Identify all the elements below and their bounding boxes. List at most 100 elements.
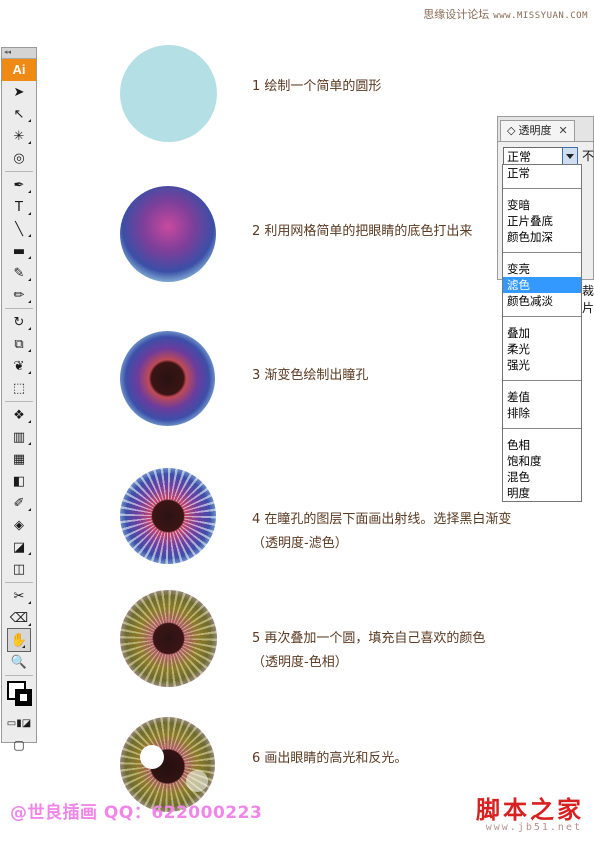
tab-label: 透明度 bbox=[518, 124, 552, 137]
direct-selection-tool[interactable]: ↖ bbox=[2, 103, 36, 125]
lasso-icon: ◎ bbox=[13, 150, 25, 166]
slice-tool[interactable]: ✂ bbox=[2, 585, 36, 607]
scale-icon: ⧉ bbox=[14, 336, 24, 352]
step2-eye-base bbox=[120, 186, 216, 282]
blend-mode-option[interactable]: 强光 bbox=[503, 357, 581, 373]
step1-circle bbox=[120, 45, 217, 142]
blend-mode-option[interactable]: 排除 bbox=[503, 405, 581, 421]
blend-mode-option[interactable]: 色相 bbox=[503, 437, 581, 453]
blend-mode-option[interactable]: 正常 bbox=[503, 165, 581, 181]
flyout-indicator bbox=[28, 601, 31, 604]
blend-mode-option[interactable]: 混色 bbox=[503, 469, 581, 485]
blend-icon: ◈ bbox=[14, 517, 24, 533]
scale-tool[interactable]: ⧉ bbox=[2, 333, 36, 355]
flyout-indicator bbox=[28, 508, 31, 511]
blend-mode-option[interactable]: 变亮 bbox=[503, 261, 581, 277]
panel-menu-icon[interactable]: ◇ bbox=[507, 121, 515, 141]
blend-mode-option[interactable]: 明度 bbox=[503, 485, 581, 501]
color-mode-buttons[interactable]: ▭▮◪ bbox=[2, 712, 36, 734]
live-paint-bucket-tool[interactable]: ◪ bbox=[2, 536, 36, 558]
blend-mode-option[interactable]: 正片叠底 bbox=[503, 213, 581, 229]
step6-text: 6 画出眼睛的高光和反光。 bbox=[252, 751, 408, 766]
blend-mode-option[interactable]: 滤色 bbox=[503, 277, 581, 293]
free-transform-tool[interactable]: ⬚ bbox=[2, 377, 36, 399]
lasso-tool[interactable]: ◎ bbox=[2, 147, 36, 169]
eraser-icon: ⌫ bbox=[9, 610, 29, 626]
warp-tool[interactable]: ❦ bbox=[2, 355, 36, 377]
blend-mode-option[interactable]: 柔光 bbox=[503, 341, 581, 357]
flyout-indicator bbox=[28, 327, 31, 330]
gradient-icon: ◧ bbox=[12, 473, 26, 489]
free-transform-icon: ⬚ bbox=[12, 380, 26, 396]
blend-mode-option[interactable]: 变暗 bbox=[503, 197, 581, 213]
flyout-indicator bbox=[28, 234, 31, 237]
step5-subtext: （透明度-色相） bbox=[252, 655, 348, 670]
symbol-sprayer-tool[interactable]: ❖ bbox=[2, 404, 36, 426]
pen-tool[interactable]: ✒ bbox=[2, 174, 36, 196]
blend-mode-option[interactable]: 差值 bbox=[503, 389, 581, 405]
paintbrush-tool[interactable]: ✎ bbox=[2, 262, 36, 284]
live-paint-selection-icon: ◫ bbox=[12, 561, 26, 577]
line-tool[interactable]: ╲ bbox=[2, 218, 36, 240]
step4-rays bbox=[120, 468, 216, 564]
blend-mode-option[interactable]: 颜色加深 bbox=[503, 229, 581, 245]
menu-separator bbox=[503, 316, 581, 317]
blend-mode-option[interactable]: 叠加 bbox=[503, 325, 581, 341]
site-url: www.MISSYUAN.COM bbox=[493, 11, 588, 21]
mesh-tool[interactable]: ▦ bbox=[2, 448, 36, 470]
step4-subtext: （透明度-滤色） bbox=[252, 536, 348, 551]
gradient-tool[interactable]: ◧ bbox=[2, 470, 36, 492]
site-url-bottom: www.jb51.net bbox=[485, 822, 582, 833]
blend-mode-option[interactable]: 颜色减淡 bbox=[503, 293, 581, 309]
eyedropper-tool[interactable]: ✐ bbox=[2, 492, 36, 514]
magic-wand-icon: ✳ bbox=[13, 128, 25, 144]
pencil-tool[interactable]: ✏ bbox=[2, 284, 36, 306]
flyout-indicator bbox=[28, 141, 31, 144]
clip-label: 裁片 bbox=[582, 284, 594, 315]
author-watermark: @世良插画 QQ：622000223 bbox=[10, 803, 263, 823]
mesh-icon: ▦ bbox=[12, 451, 26, 467]
direct-selection-icon: ↖ bbox=[13, 106, 25, 122]
flyout-indicator bbox=[28, 623, 31, 626]
zoom-icon: 🔍 bbox=[10, 654, 28, 670]
symbol-sprayer-icon: ❖ bbox=[13, 407, 25, 423]
step5-text: 5 再次叠加一个圆，填充自己喜欢的颜色 bbox=[252, 631, 486, 646]
stroke-swatch[interactable] bbox=[15, 689, 32, 706]
close-icon[interactable]: ✕ bbox=[558, 121, 567, 141]
selection-tool[interactable]: ➤ bbox=[2, 81, 36, 103]
magic-wand-tool[interactable]: ✳ bbox=[2, 125, 36, 147]
fill-stroke-swatches[interactable] bbox=[2, 678, 36, 712]
column-graph-tool[interactable]: ▥ bbox=[2, 426, 36, 448]
zoom-tool[interactable]: 🔍 bbox=[2, 651, 36, 673]
flyout-indicator bbox=[28, 278, 31, 281]
step3-pupil bbox=[120, 331, 215, 426]
flyout-indicator bbox=[22, 645, 25, 648]
flyout-indicator bbox=[28, 212, 31, 215]
highlight-spot bbox=[140, 745, 164, 769]
flyout-indicator bbox=[28, 442, 31, 445]
opacity-label: 不 bbox=[582, 149, 594, 163]
toolbar-grip[interactable]: ◂◂ bbox=[2, 48, 36, 59]
flyout-indicator bbox=[28, 552, 31, 555]
type-icon: T bbox=[15, 199, 23, 215]
toolbar-divider bbox=[5, 582, 33, 583]
hand-tool[interactable]: ✋ bbox=[7, 628, 31, 652]
eraser-tool[interactable]: ⌫ bbox=[2, 607, 36, 629]
flyout-indicator bbox=[28, 300, 31, 303]
type-tool[interactable]: T bbox=[2, 196, 36, 218]
site-name: 思缘设计论坛 bbox=[423, 8, 490, 21]
flyout-indicator bbox=[28, 371, 31, 374]
tab-transparency[interactable]: ◇ 透明度 ✕ bbox=[500, 120, 575, 141]
pencil-icon: ✏ bbox=[13, 287, 25, 303]
flyout-indicator bbox=[28, 420, 31, 423]
blend-mode-option[interactable]: 饱和度 bbox=[503, 453, 581, 469]
rotate-tool[interactable]: ↻ bbox=[2, 311, 36, 333]
step2-text: 2 利用网格简单的把眼睛的底色打出来 bbox=[252, 224, 473, 239]
live-paint-selection-tool[interactable]: ◫ bbox=[2, 558, 36, 580]
screen-mode-button[interactable]: ▢ bbox=[2, 734, 36, 756]
rectangle-icon: ▬ bbox=[12, 243, 26, 259]
rectangle-tool[interactable]: ▬ bbox=[2, 240, 36, 262]
site-watermark-bottom: 脚本之家 bbox=[476, 795, 584, 824]
flyout-indicator bbox=[28, 256, 31, 259]
blend-tool[interactable]: ◈ bbox=[2, 514, 36, 536]
